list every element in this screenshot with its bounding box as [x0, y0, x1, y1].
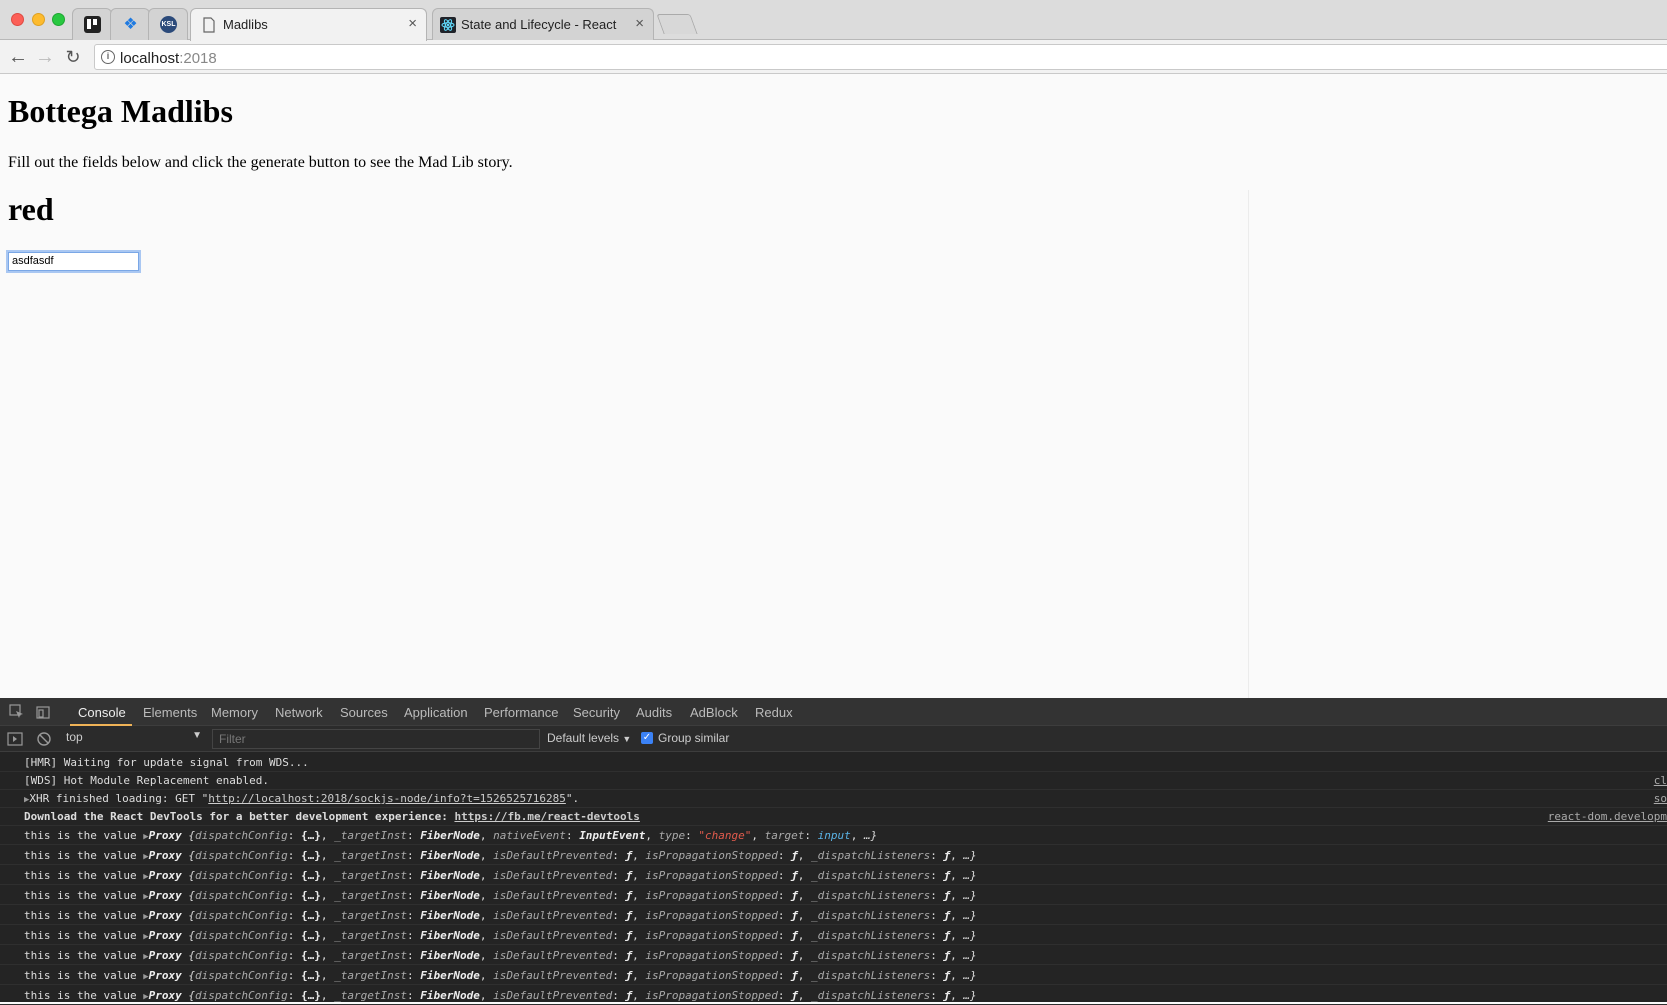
devtools-panel: Console Elements Memory Network Sources … [0, 698, 1667, 1005]
react-icon [440, 17, 456, 33]
pinned-tab-trello[interactable] [72, 8, 112, 40]
forward-arrow-icon[interactable]: → [33, 45, 57, 69]
source-link[interactable]: so [1654, 792, 1667, 805]
react-devtools-link[interactable]: https://fb.me/react-devtools [454, 810, 639, 823]
group-similar-label: Group similar [658, 731, 730, 745]
close-window-button[interactable] [11, 13, 24, 26]
source-link[interactable]: cl [1654, 774, 1667, 787]
close-icon[interactable]: × [408, 15, 417, 32]
console-line[interactable]: this is the value ▶Proxy {dispatchConfig… [0, 885, 1667, 905]
console-line[interactable]: this is the value ▶Proxy {dispatchConfig… [0, 965, 1667, 985]
document-icon [203, 17, 215, 33]
source-link[interactable]: react-dom.developm [1548, 810, 1667, 823]
intro-text: Fill out the fields below and click the … [8, 154, 513, 171]
tab-madlibs[interactable]: Madlibs × [190, 8, 427, 41]
xhr-url-link[interactable]: http://localhost:2018/sockjs-node/info?t… [208, 792, 566, 805]
console-line[interactable]: this is the value ▶Proxy {dispatchConfig… [0, 945, 1667, 965]
devtools-tab-redux[interactable]: Redux [755, 705, 793, 720]
minimize-window-button[interactable] [32, 13, 45, 26]
devtools-tab-performance[interactable]: Performance [484, 705, 558, 720]
url-text: localhost:2018 [120, 50, 217, 67]
tab-title: State and Lifecycle - React [461, 17, 617, 32]
devtools-tab-adblock[interactable]: AdBlock [690, 705, 738, 720]
close-icon[interactable]: × [635, 15, 644, 32]
dropbox-icon: ❖ [123, 16, 138, 33]
device-toolbar-icon[interactable] [35, 704, 51, 720]
devtools-tab-sources[interactable]: Sources [340, 705, 388, 720]
console-line[interactable]: this is the value ▶Proxy {dispatchConfig… [0, 925, 1667, 945]
page-content: Bottega Madlibs Fill out the fields belo… [0, 75, 1667, 698]
group-similar-checkbox[interactable]: ✓ [641, 732, 653, 744]
console-filter-input[interactable]: Filter [212, 729, 540, 749]
madlib-input[interactable]: asdfasdf [8, 252, 139, 271]
zoom-window-button[interactable] [52, 13, 65, 26]
back-arrow-icon[interactable]: ← [6, 45, 30, 69]
console-line[interactable]: this is the value ▶Proxy {dispatchConfig… [0, 845, 1667, 865]
reload-icon[interactable]: ↻ [61, 45, 85, 69]
ksl-icon: KSL [160, 16, 177, 33]
devtools-tab-elements[interactable]: Elements [143, 705, 197, 720]
console-line[interactable]: this is the value ▶Proxy {dispatchConfig… [0, 825, 1667, 845]
info-icon[interactable]: i [101, 50, 115, 64]
tab-strip: ❖ KSL Madlibs × State and Lifecycle - Re… [0, 0, 1667, 41]
console-line[interactable]: ▶XHR finished loading: GET "http://local… [0, 788, 1667, 808]
console-line: [WDS] Hot Module Replacement enabled. cl [0, 770, 1667, 790]
trello-icon [84, 16, 101, 33]
context-select[interactable]: top ▼ [66, 730, 202, 748]
tab-react-docs[interactable]: State and Lifecycle - React × [432, 8, 654, 40]
inspect-element-icon[interactable] [9, 704, 25, 720]
devtools-tab-audits[interactable]: Audits [636, 705, 672, 720]
devtools-tab-memory[interactable]: Memory [211, 705, 258, 720]
madlib-value-heading: red [8, 191, 54, 227]
devtools-tab-security[interactable]: Security [573, 705, 620, 720]
console-line[interactable]: this is the value ▶Proxy {dispatchConfig… [0, 985, 1667, 1005]
log-levels-select[interactable]: Default levels ▼ [547, 731, 631, 745]
devtools-tab-network[interactable]: Network [275, 705, 323, 720]
console-filterbar: top ▼ Filter Default levels ▼ ✓ Group si… [0, 726, 1667, 752]
devtools-tabbar: Console Elements Memory Network Sources … [0, 698, 1667, 726]
devtools-tab-console[interactable]: Console [78, 705, 126, 720]
devtools-tab-application[interactable]: Application [404, 705, 468, 720]
clear-console-icon[interactable] [36, 731, 52, 747]
console-line: Download the React DevTools for a better… [0, 806, 1667, 826]
address-bar[interactable]: i localhost:2018 [94, 44, 1667, 70]
new-tab-button[interactable] [656, 14, 698, 34]
console-output: [HMR] Waiting for update signal from WDS… [0, 752, 1667, 1005]
browser-toolbar: ← → ↻ i localhost:2018 [0, 40, 1667, 74]
page-divider [1248, 190, 1249, 698]
console-line: [HMR] Waiting for update signal from WDS… [0, 752, 1667, 772]
dropdown-caret-icon: ▼ [192, 730, 202, 741]
pinned-tab-dropbox[interactable]: ❖ [110, 8, 150, 40]
page-title: Bottega Madlibs [8, 93, 233, 129]
pinned-tab-ksl[interactable]: KSL [148, 8, 188, 40]
dropdown-caret-icon: ▼ [622, 734, 632, 744]
tab-title: Madlibs [223, 17, 268, 32]
console-line[interactable]: this is the value ▶Proxy {dispatchConfig… [0, 905, 1667, 925]
console-line[interactable]: this is the value ▶Proxy {dispatchConfig… [0, 865, 1667, 885]
sidebar-toggle-icon[interactable] [7, 731, 23, 747]
